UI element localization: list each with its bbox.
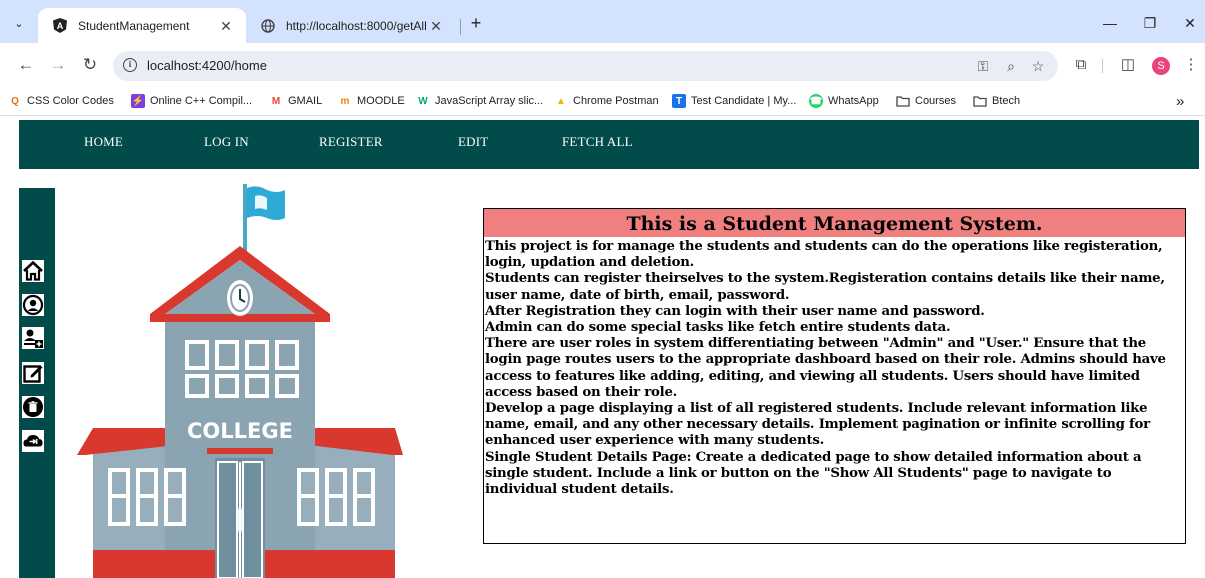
extensions-icon[interactable]: ⧉ — [1070, 54, 1092, 76]
bookmark-test-candidate[interactable]: T Test Candidate | My... — [672, 92, 796, 110]
card-paragraph: After Registration they can login with t… — [485, 303, 985, 319]
flag-pole — [243, 184, 247, 252]
nav-log-in[interactable]: LOG IN — [204, 134, 249, 150]
address-bar[interactable]: i localhost:4200/home — [113, 51, 1058, 81]
angular-icon: A — [52, 18, 68, 34]
close-tab-icon[interactable]: ✕ — [218, 18, 234, 34]
user-circle-icon[interactable] — [22, 294, 44, 316]
bookmark-gmail[interactable]: M GMAIL — [269, 92, 322, 110]
logout-icon[interactable] — [22, 430, 44, 452]
card-paragraph: Develop a page displaying a list of all … — [485, 401, 1150, 449]
add-user-icon[interactable] — [22, 327, 44, 349]
tab-studentmanagement[interactable]: A StudentManagement ✕ — [38, 8, 246, 43]
restore-icon[interactable]: ❐ — [1136, 12, 1164, 34]
delete-icon[interactable] — [22, 396, 44, 418]
card-paragraph: Admin can do some special tasks like fet… — [485, 320, 951, 336]
nav-fetch-all[interactable]: FETCH ALL — [562, 134, 633, 150]
card-paragraph: There are user roles in system different… — [485, 336, 1166, 400]
bookmark-star-icon[interactable]: ☆ — [1029, 57, 1047, 75]
svg-text:A: A — [57, 21, 64, 31]
tab-search-chevron-icon[interactable]: ⌄ — [10, 15, 28, 33]
folder-icon — [973, 94, 987, 108]
home-icon[interactable] — [22, 260, 44, 282]
college-label: COLLEGE — [187, 419, 293, 443]
left-base — [93, 550, 215, 578]
bookmark-moodle[interactable]: m MOODLE — [338, 92, 405, 110]
tab-getall[interactable]: http://localhost:8000/getAll ✕ — [246, 8, 456, 43]
whatsapp-icon: ☎ — [809, 94, 823, 108]
close-tab-icon[interactable]: ✕ — [428, 18, 444, 34]
close-window-icon[interactable]: ✕ — [1176, 12, 1204, 34]
minimize-icon[interactable]: — — [1096, 12, 1124, 34]
side-panel-icon[interactable]: ◫ — [1117, 54, 1139, 76]
forward-arrow-icon[interactable]: → — [46, 53, 70, 77]
tab-title: http://localhost:8000/getAll — [286, 18, 427, 33]
nav-register[interactable]: REGISTER — [319, 134, 383, 150]
globe-icon — [260, 18, 276, 34]
new-tab-button[interactable]: + — [467, 14, 485, 33]
flag-emblem — [255, 195, 267, 210]
toolbar-divider — [1102, 59, 1103, 73]
chrome-icon: ▲ — [556, 95, 566, 107]
gmail-icon: M — [271, 95, 281, 107]
door-awning — [207, 448, 273, 454]
bookmark-css-color-codes[interactable]: Q CSS Color Codes — [8, 92, 114, 110]
bookmark-folder-btech[interactable]: Btech — [973, 92, 1020, 110]
bookmark-chrome-postman[interactable]: ▲ Chrome Postman — [554, 92, 659, 110]
card-paragraph: Single Student Details Page: Create a de… — [485, 449, 1142, 498]
bookmark-online-cpp[interactable]: ⚡ Online C++ Compil... — [131, 92, 252, 110]
card-paragraph: This project is for manage the students … — [485, 239, 1163, 271]
folder-icon — [896, 94, 910, 108]
bookmark-folder-courses[interactable]: Courses — [896, 92, 956, 110]
profile-avatar[interactable]: S — [1152, 57, 1170, 75]
tab-title: StudentManagement — [78, 18, 190, 33]
card-body: This project is for manage the students … — [485, 239, 1183, 498]
moodle-icon: m — [340, 95, 350, 107]
url-text: localhost:4200/home — [147, 58, 267, 73]
zoom-icon[interactable]: ⌕ — [1002, 57, 1020, 75]
tab-separator — [460, 19, 461, 35]
card-heading: This is a Student Management System. — [484, 209, 1185, 237]
mettl-icon: T — [672, 94, 686, 108]
bookmark-whatsapp[interactable]: ☎ WhatsApp — [809, 92, 879, 110]
bookmarks-overflow-chevron-icon[interactable]: » — [1176, 92, 1184, 110]
bookmark-js-array-slice[interactable]: W JavaScript Array slic... — [416, 92, 543, 110]
w3-icon: W — [418, 95, 428, 107]
bolt-icon: ⚡ — [131, 94, 145, 108]
password-key-icon[interactable]: ⚿ — [974, 57, 992, 75]
nav-edit[interactable]: EDIT — [458, 134, 488, 150]
college-building-illustration: COLLEGE — [77, 184, 403, 578]
right-base — [265, 550, 395, 578]
menu-kebab-icon[interactable]: ⋮ — [1180, 54, 1202, 76]
nav-home[interactable]: HOME — [84, 134, 123, 150]
back-arrow-icon[interactable]: ← — [14, 53, 38, 77]
search-q-icon: Q — [11, 95, 19, 107]
site-info-icon[interactable]: i — [123, 58, 137, 72]
info-card: This is a Student Management System. Thi… — [483, 208, 1186, 544]
edit-icon[interactable] — [22, 362, 44, 384]
reload-icon[interactable]: ↻ — [78, 53, 102, 77]
card-paragraph: Students can register theirselves to the… — [485, 271, 1165, 303]
